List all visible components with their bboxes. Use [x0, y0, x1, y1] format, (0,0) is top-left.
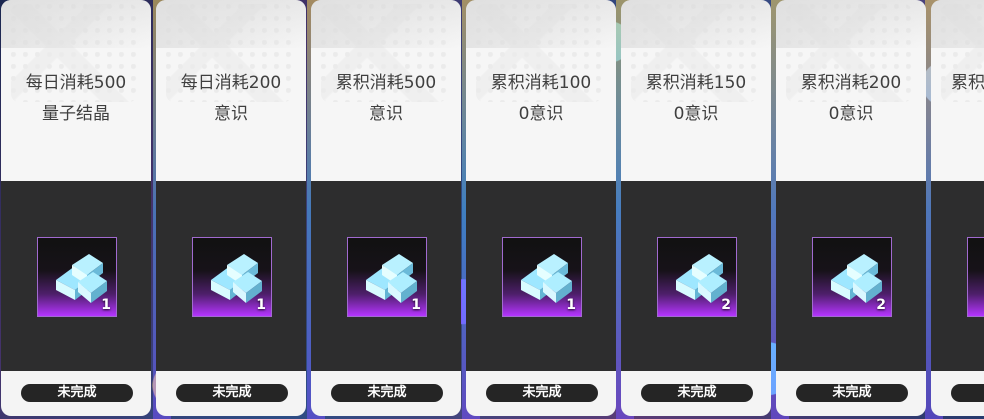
crystal-item-icon — [976, 247, 984, 305]
task-card-top: 累积 — [931, 0, 984, 181]
crystal-item-icon — [521, 254, 572, 303]
task-title: 累积消耗150 0意识 — [627, 68, 765, 130]
task-title: 累积消耗200 0意识 — [782, 68, 920, 130]
task-card-bottom: 未完成 — [621, 371, 771, 416]
task-title-line-2: 量子结晶 — [42, 104, 110, 124]
task-reward-panel: 1 — [156, 181, 306, 371]
task-title: 每日消耗200 意识 — [162, 68, 300, 130]
task-title-line-2: 意识 — [214, 104, 248, 124]
crystal-item-icon — [56, 254, 107, 303]
status-badge: 未 — [951, 384, 984, 402]
task-card-3: 累积消耗500 意识 1 未完成 — [311, 0, 461, 416]
reward-item[interactable]: 1 — [347, 237, 427, 317]
task-reward-panel: 1 — [466, 181, 616, 371]
crystal-item-icon — [211, 254, 262, 303]
task-card-2: 每日消耗200 意识 1 未完成 — [156, 0, 306, 416]
task-card-top: 累积消耗100 0意识 — [466, 0, 616, 181]
reward-count: 1 — [411, 297, 421, 313]
task-card-top: 每日消耗500 量子结晶 — [1, 0, 151, 181]
task-card-bottom: 未完成 — [466, 371, 616, 416]
task-title-line-1: 每日消耗500 — [25, 73, 127, 93]
reward-count: 2 — [721, 297, 731, 313]
task-card-5: 累积消耗150 0意识 2 未完成 — [621, 0, 771, 416]
task-title-line-1: 累积消耗500 — [335, 73, 437, 93]
task-title-line-1: 每日消耗200 — [180, 73, 282, 93]
task-card-top: 每日消耗200 意识 — [156, 0, 306, 181]
task-title-line-1: 累积 — [951, 73, 984, 93]
task-title: 累积 — [951, 68, 984, 99]
task-card-top: 累积消耗500 意识 — [311, 0, 461, 181]
task-reward-panel: 1 — [1, 181, 151, 371]
crystal-item-icon — [676, 254, 727, 303]
task-reward-panel — [931, 181, 984, 371]
status-badge: 未完成 — [641, 384, 753, 402]
status-badge: 未完成 — [331, 384, 443, 402]
task-reward-panel: 2 — [621, 181, 771, 371]
task-reward-panel: 1 — [311, 181, 461, 371]
reward-item[interactable] — [967, 237, 984, 317]
task-title-line-2: 0意识 — [673, 104, 719, 124]
reward-item[interactable]: 1 — [502, 237, 582, 317]
task-title-line-2: 0意识 — [518, 104, 564, 124]
status-badge: 未完成 — [176, 384, 288, 402]
task-card-1: 每日消耗500 量子结晶 1 未完成 — [1, 0, 151, 416]
task-card-bottom: 未完成 — [776, 371, 926, 416]
reward-item[interactable]: 2 — [657, 237, 737, 317]
task-reward-panel: 2 — [776, 181, 926, 371]
reward-item[interactable]: 2 — [812, 237, 892, 317]
task-card-top: 累积消耗200 0意识 — [776, 0, 926, 181]
status-badge: 未完成 — [21, 384, 133, 402]
crystal-item-icon — [366, 254, 417, 303]
reward-count: 1 — [566, 297, 576, 313]
reward-count: 2 — [876, 297, 886, 313]
task-card-4: 累积消耗100 0意识 1 未完成 — [466, 0, 616, 416]
status-badge: 未完成 — [486, 384, 598, 402]
reward-count: 1 — [256, 297, 266, 313]
task-title-line-2: 意识 — [369, 104, 403, 124]
task-card-6: 累积消耗200 0意识 2 未完成 — [776, 0, 926, 416]
status-badge: 未完成 — [796, 384, 908, 402]
task-card-bottom: 未完成 — [1, 371, 151, 416]
reward-item[interactable]: 1 — [192, 237, 272, 317]
task-card-bottom: 未完成 — [311, 371, 461, 416]
task-title-line-1: 累积消耗150 — [645, 73, 747, 93]
task-card-7-partial: 累积 未 — [931, 0, 984, 416]
crystal-item-icon — [831, 254, 882, 303]
task-title-line-1: 累积消耗100 — [490, 73, 592, 93]
task-title: 每日消耗500 量子结晶 — [7, 68, 145, 130]
task-card-bottom: 未 — [931, 371, 984, 416]
task-card-bottom: 未完成 — [156, 371, 306, 416]
task-title-line-2: 0意识 — [828, 104, 874, 124]
reward-item[interactable]: 1 — [37, 237, 117, 317]
task-title-line-1: 累积消耗200 — [800, 73, 902, 93]
reward-count: 1 — [101, 297, 111, 313]
task-title: 累积消耗500 意识 — [317, 68, 455, 130]
task-card-top: 累积消耗150 0意识 — [621, 0, 771, 181]
task-title: 累积消耗100 0意识 — [472, 68, 610, 130]
